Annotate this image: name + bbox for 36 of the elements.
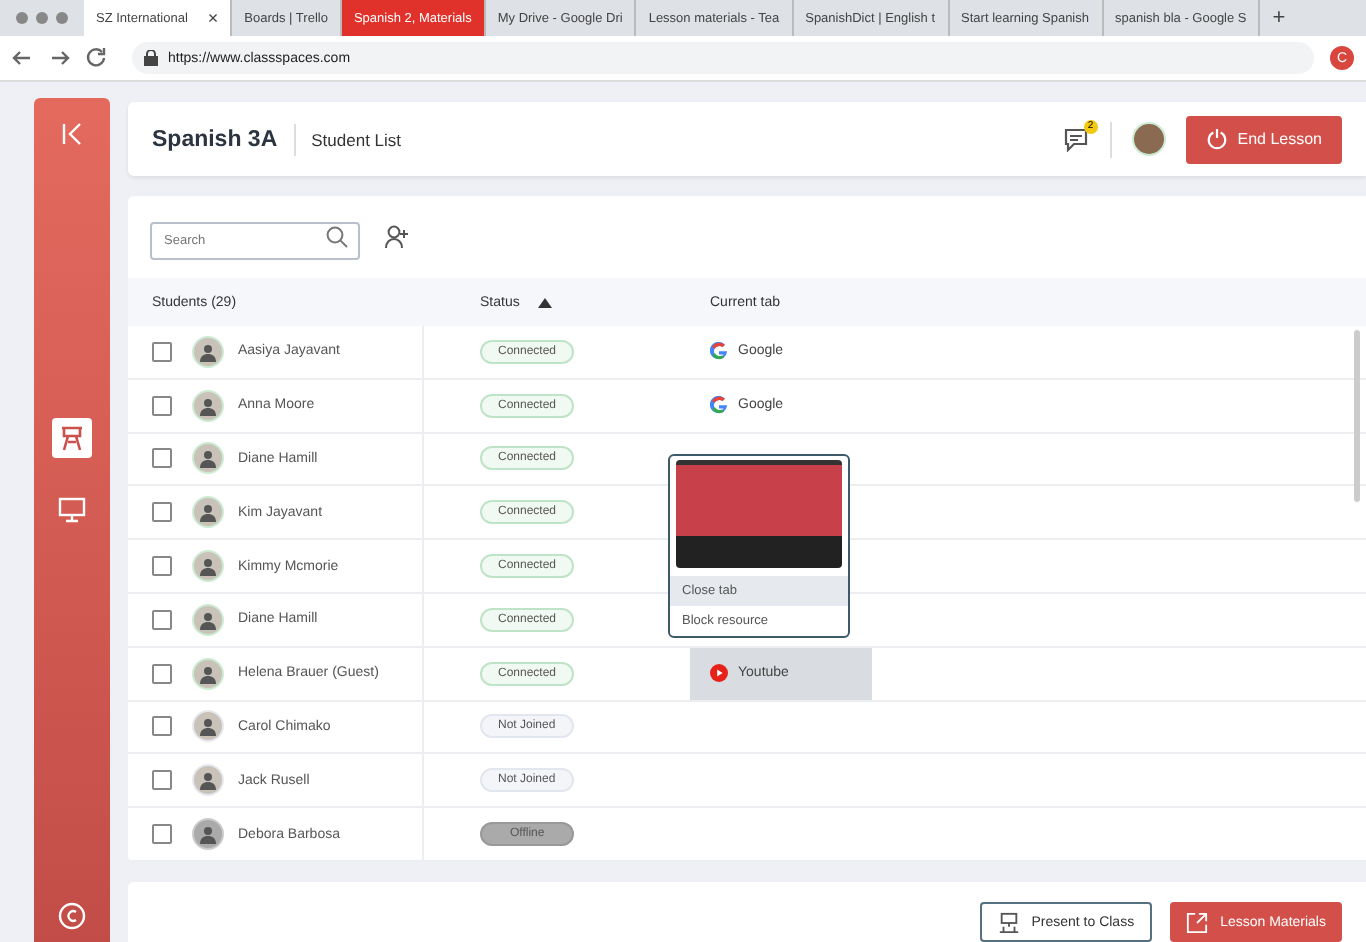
row-checkbox[interactable] <box>152 341 172 362</box>
page-subtitle: Student List <box>309 129 402 149</box>
google-logo-icon <box>710 342 728 361</box>
play-icon <box>710 664 728 683</box>
student-avatar <box>192 335 224 368</box>
row-checkbox[interactable] <box>152 824 172 845</box>
search-icon[interactable] <box>326 226 348 248</box>
presentation-icon <box>997 911 1020 933</box>
student-avatar <box>192 710 224 743</box>
student-avatar <box>192 442 224 475</box>
student-avatar <box>192 389 224 422</box>
class-title: Spanish 3A <box>152 123 296 155</box>
student-avatar <box>192 550 224 583</box>
student-avatar <box>192 496 224 529</box>
row-checkbox[interactable] <box>152 502 172 523</box>
sort-icon[interactable] <box>537 297 552 307</box>
row-checkbox[interactable] <box>152 716 172 737</box>
student-avatar <box>192 818 224 851</box>
power-icon <box>1205 128 1228 150</box>
end-lesson-button[interactable]: End Lesson <box>1185 115 1342 163</box>
copyright-icon[interactable] <box>58 902 86 930</box>
add-student-icon[interactable] <box>384 224 410 250</box>
new-tab-button[interactable]: + <box>1260 0 1298 36</box>
row-checkbox[interactable] <box>152 663 172 684</box>
student-avatar <box>192 603 224 636</box>
collapse-icon[interactable] <box>60 122 84 146</box>
student-avatar <box>192 657 224 690</box>
row-checkbox[interactable] <box>152 770 172 791</box>
google-logo-icon <box>710 396 728 415</box>
student-avatar <box>192 764 224 797</box>
row-checkbox[interactable] <box>152 609 172 630</box>
row-checkbox[interactable] <box>152 395 172 416</box>
user-avatar[interactable] <box>1131 122 1166 156</box>
external-link-icon <box>1186 911 1209 933</box>
row-checkbox[interactable] <box>152 448 172 469</box>
row-checkbox[interactable] <box>152 556 172 577</box>
